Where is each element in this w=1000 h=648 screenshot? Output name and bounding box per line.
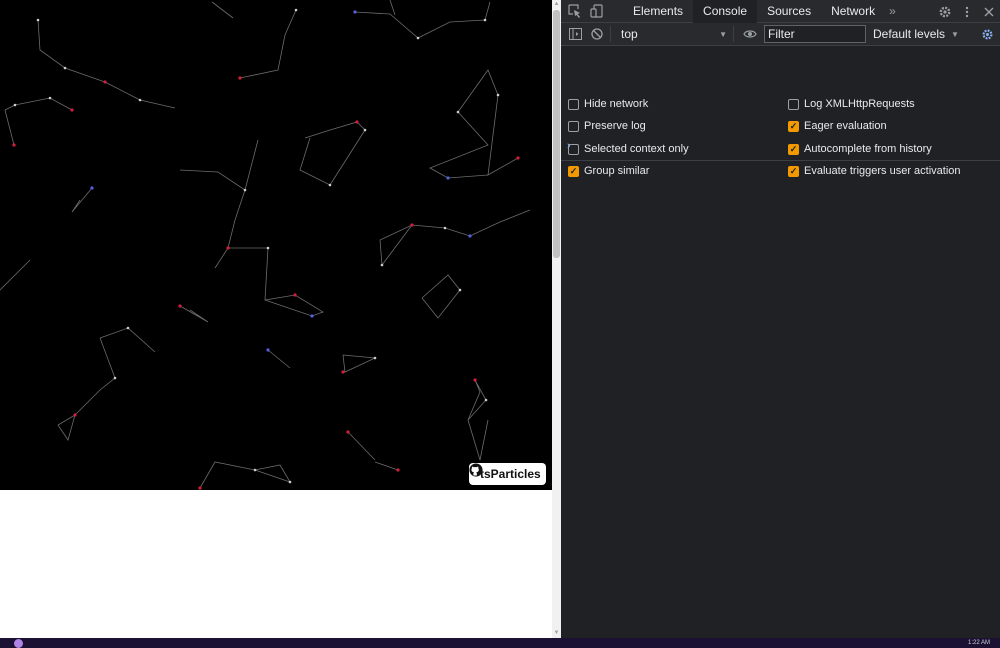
- os-taskbar: 1:22 AM: [0, 638, 1000, 648]
- tab-label: Sources: [767, 4, 812, 18]
- close-icon[interactable]: [978, 1, 1000, 23]
- checkbox-checked[interactable]: ✓: [568, 165, 579, 177]
- device-toolbar-icon[interactable]: [586, 0, 608, 22]
- sidebar-toggle-icon[interactable]: [564, 23, 586, 45]
- option-label: Evaluate triggers user activation: [804, 165, 961, 177]
- option-label: Group similar: [584, 165, 650, 177]
- particles-canvas: tsParticles: [0, 0, 552, 490]
- clock[interactable]: 1:22 AM: [968, 640, 990, 646]
- chevron-down-icon: ▼: [951, 29, 959, 39]
- log-levels-label: Default levels: [873, 27, 946, 41]
- badge-label: tsParticles: [480, 467, 541, 481]
- console-toolbar: top ▼ Default levels ▼: [561, 23, 1000, 46]
- chevron-down-icon: ▼: [719, 29, 727, 39]
- devtools-panel: Elements Console Sources Network » top ▼: [561, 0, 1000, 638]
- chevron-double-right-icon: »: [889, 4, 896, 18]
- option-hide-network[interactable]: Hide network: [568, 97, 648, 111]
- filter-input[interactable]: [764, 25, 866, 43]
- tab-elements[interactable]: Elements: [623, 0, 693, 23]
- option-preserve-log[interactable]: Preserve log: [568, 119, 646, 133]
- devtools-tab-bar: Elements Console Sources Network »: [561, 0, 1000, 23]
- option-label: Eager evaluation: [804, 120, 887, 132]
- kebab-menu-icon[interactable]: [956, 1, 978, 23]
- start-icon[interactable]: [14, 639, 23, 648]
- tab-label: Network: [831, 4, 876, 18]
- console-settings-gear-icon[interactable]: [976, 23, 998, 45]
- tab-sources[interactable]: Sources: [757, 0, 821, 23]
- system-tray: 1:22 AM: [968, 638, 990, 648]
- console-settings-pane: Hide network Preserve log Selected conte…: [561, 46, 1000, 177]
- console-prompt-icon[interactable]: ›: [567, 140, 571, 152]
- tab-label: Elements: [633, 4, 684, 18]
- option-label: Preserve log: [584, 120, 646, 132]
- scrollbar-thumb[interactable]: [553, 10, 560, 258]
- tsparticles-github-badge[interactable]: tsParticles: [469, 463, 546, 485]
- toolbar-divider: [610, 26, 611, 42]
- settings-gear-icon[interactable]: [934, 1, 956, 23]
- option-label: Autocomplete from history: [804, 143, 932, 155]
- log-levels-dropdown[interactable]: Default levels ▼: [873, 27, 959, 41]
- option-eager-evaluation[interactable]: ✓ Eager evaluation: [788, 119, 887, 133]
- context-value: top: [621, 27, 638, 41]
- tab-console[interactable]: Console: [693, 0, 758, 23]
- option-label: Log XMLHttpRequests: [804, 98, 915, 110]
- scroll-down-arrow-icon[interactable]: ▼: [552, 629, 561, 638]
- option-autocomplete-from-history[interactable]: ✓ Autocomplete from history: [788, 142, 932, 156]
- eye-icon[interactable]: [739, 23, 761, 45]
- option-group-similar[interactable]: ✓ Group similar: [568, 164, 649, 178]
- clear-console-icon[interactable]: [586, 23, 608, 45]
- page-scrollbar[interactable]: ▲ ▼: [552, 0, 561, 638]
- checkbox-checked[interactable]: ✓: [788, 143, 799, 155]
- option-label: Selected context only: [584, 143, 689, 155]
- checkbox[interactable]: [568, 98, 579, 110]
- checkbox-checked[interactable]: ✓: [788, 120, 799, 132]
- tab-network[interactable]: Network: [821, 0, 885, 23]
- page-viewport: tsParticles: [0, 0, 552, 638]
- toolbar-divider: [733, 26, 734, 42]
- option-log-xmlhttprequests[interactable]: Log XMLHttpRequests: [788, 97, 915, 111]
- option-label: Hide network: [584, 98, 649, 110]
- particles-network: [0, 0, 531, 490]
- option-evaluate-triggers-user-activation[interactable]: ✓ Evaluate triggers user activation: [788, 164, 961, 178]
- scroll-up-arrow-icon[interactable]: ▲: [552, 0, 561, 9]
- checkbox[interactable]: [568, 120, 579, 132]
- option-selected-context-only[interactable]: Selected context only: [568, 142, 689, 156]
- checkbox-checked[interactable]: ✓: [788, 165, 799, 177]
- more-tabs-button[interactable]: »: [885, 0, 900, 23]
- tab-label: Console: [703, 4, 748, 18]
- checkbox[interactable]: [788, 98, 799, 110]
- context-selector[interactable]: top ▼: [613, 25, 731, 44]
- inspect-element-icon[interactable]: [564, 0, 586, 22]
